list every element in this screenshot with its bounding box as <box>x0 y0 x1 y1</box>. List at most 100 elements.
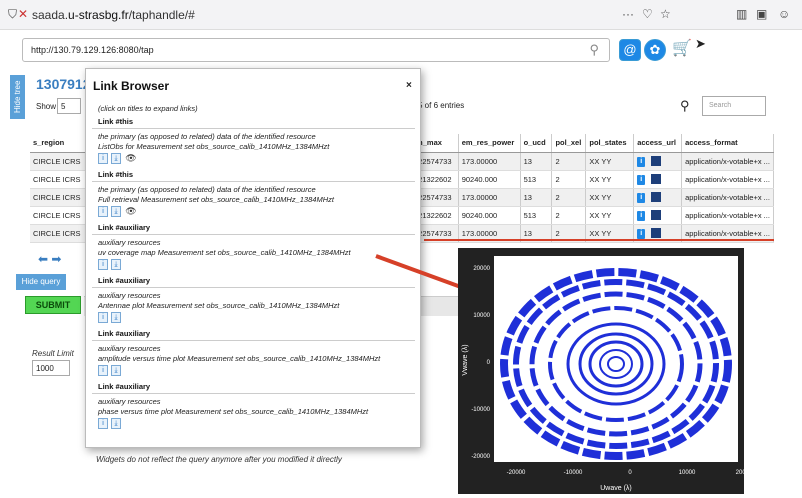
link-name: uv coverage map Measurement set obs_sour… <box>98 248 351 257</box>
column-header[interactable]: s_region <box>30 134 91 153</box>
link-name: Antennae plot Measurement set obs_source… <box>98 301 340 310</box>
table-cell: CIRCLE ICRS <box>30 188 91 207</box>
page-title: 1307912 <box>36 76 91 92</box>
table-cell: application/x-votable+x ... <box>681 152 774 171</box>
info-icon[interactable]: i <box>637 156 646 167</box>
table-cell: application/x-votable+x ... <box>681 188 774 207</box>
download-icon[interactable]: ⤓ <box>111 153 121 164</box>
dialog-title: Link Browser <box>93 79 170 93</box>
x-tick-label: 10000 <box>679 470 696 476</box>
hide-tree-button[interactable]: Hide tree <box>10 75 25 119</box>
nav-arrows[interactable]: ⬅ ➡ <box>38 252 61 266</box>
link-name: amplitude versus time plot Measurement s… <box>98 354 381 363</box>
show-label: Show <box>36 102 57 111</box>
link-description: auxiliary resources <box>98 397 161 406</box>
search-icon[interactable]: ⚲ <box>680 98 690 114</box>
link-icon[interactable] <box>651 173 662 184</box>
link-section-title[interactable]: Link #this <box>92 115 415 129</box>
column-header[interactable]: pol_states <box>585 134 635 153</box>
table-cell: CIRCLE ICRS <box>30 152 91 171</box>
info-icon[interactable]: i <box>637 210 646 221</box>
x-axis-label: Uwave (λ) <box>600 485 632 492</box>
info-icon[interactable]: i <box>98 312 108 323</box>
browser-url[interactable]: saada.u-strasbg.fr/taphandle/# <box>32 8 195 22</box>
download-icon[interactable]: ⤓ <box>111 206 121 217</box>
link-actions: i ⤓ <box>92 311 415 327</box>
link-icon[interactable] <box>651 227 662 238</box>
link-icon[interactable] <box>651 155 662 166</box>
shield-icon[interactable]: ⛉ <box>8 7 17 22</box>
hide-query-button[interactable]: Hide query <box>16 274 66 290</box>
account-icon[interactable]: ☺ <box>778 7 790 21</box>
preview-icon[interactable]: 👁 <box>124 153 138 164</box>
info-icon[interactable]: i <box>98 259 108 270</box>
link-description: the primary (as opposed to related) data… <box>98 132 316 141</box>
star-icon[interactable]: ☆ <box>660 7 671 21</box>
search-icon[interactable]: ⚲ <box>589 42 599 58</box>
table-cell: XX YY <box>585 152 635 171</box>
table-cell: 513 <box>520 170 553 189</box>
info-icon[interactable]: i <box>98 153 108 164</box>
x-tick-label: 0 <box>628 470 632 476</box>
link-section-title[interactable]: Link #auxiliary <box>92 221 415 235</box>
info-icon[interactable]: i <box>98 206 108 217</box>
x-tick-label: -10000 <box>564 470 583 476</box>
close-icon[interactable]: × <box>406 80 412 91</box>
link-name: phase versus time plot Measurement set o… <box>98 407 369 416</box>
link-section-title[interactable]: Link #auxiliary <box>92 327 415 341</box>
more-icon[interactable]: ··· <box>622 7 634 21</box>
service-url-field[interactable]: http://130.79.129.126:8080/tap ⚲ <box>22 38 610 62</box>
column-header[interactable]: pol_xel <box>551 134 587 153</box>
sidebar-icon[interactable]: ▣ <box>756 7 767 21</box>
link-icon[interactable] <box>651 191 662 202</box>
link-actions: i ⤓ <box>92 417 415 433</box>
link-name: Full retrieval Measurement set obs_sourc… <box>98 195 334 204</box>
preview-icon[interactable]: 👁 <box>124 206 138 217</box>
info-icon[interactable]: i <box>637 228 646 239</box>
column-header[interactable]: em_res_power <box>458 134 521 153</box>
table-cell: XX YY <box>585 188 635 207</box>
table-cell: i <box>633 170 683 189</box>
x-tick-label: 20000 <box>736 470 744 476</box>
table-cell: 13 <box>520 152 553 171</box>
table-cell: i <box>633 188 683 207</box>
table-cell: CIRCLE ICRS <box>30 206 91 225</box>
table-cell: 90240.000 <box>458 170 521 189</box>
table-cell: 2 <box>551 206 587 225</box>
widgets-note: Widgets do not reflect the query anymore… <box>96 455 342 464</box>
info-icon[interactable]: i <box>98 365 108 376</box>
search-input[interactable]: Search <box>702 96 766 116</box>
column-header[interactable]: access_format <box>681 134 774 153</box>
url-path: /taphandle/# <box>128 8 195 22</box>
column-header[interactable]: access_url <box>633 134 683 153</box>
download-icon[interactable]: ⤓ <box>111 418 121 429</box>
link-section-title[interactable]: Link #auxiliary <box>92 380 415 394</box>
download-icon[interactable]: ⤓ <box>111 365 121 376</box>
download-icon[interactable]: ⤓ <box>111 312 121 323</box>
library-icon[interactable]: ▥ <box>736 7 747 21</box>
submit-button[interactable]: SUBMIT <box>25 296 81 314</box>
link-section-title[interactable]: Link #this <box>92 168 415 182</box>
url-prefix: saada. <box>32 8 69 22</box>
link-description: the primary (as opposed to related) data… <box>98 185 316 194</box>
settings-icon[interactable]: ✿ <box>644 39 666 61</box>
link-icon[interactable] <box>651 209 662 220</box>
info-icon[interactable]: i <box>98 418 108 429</box>
pocket-icon[interactable]: ♡ <box>642 7 653 21</box>
download-icon[interactable]: ⤓ <box>111 259 121 270</box>
link-description: auxiliary resources <box>98 238 161 247</box>
cart-icon[interactable]: 🛒 <box>672 38 692 58</box>
info-icon[interactable]: i <box>637 174 646 185</box>
table-cell: CIRCLE ICRS <box>30 170 91 189</box>
info-icon[interactable]: i <box>637 192 646 203</box>
show-select[interactable]: 5 <box>57 98 81 114</box>
link-actions: i ⤓ 👁 <box>92 205 415 221</box>
link-section-title[interactable]: Link #auxiliary <box>92 274 415 288</box>
url-domain: u-strasbg.fr <box>68 8 129 22</box>
link-actions: i ⤓ <box>92 364 415 380</box>
result-limit-input[interactable]: 1000 <box>32 360 70 376</box>
at-button[interactable]: @ <box>619 39 641 61</box>
column-header[interactable]: o_ucd <box>520 134 553 153</box>
table-cell: XX YY <box>585 206 635 225</box>
table-cell: 2 <box>551 170 587 189</box>
